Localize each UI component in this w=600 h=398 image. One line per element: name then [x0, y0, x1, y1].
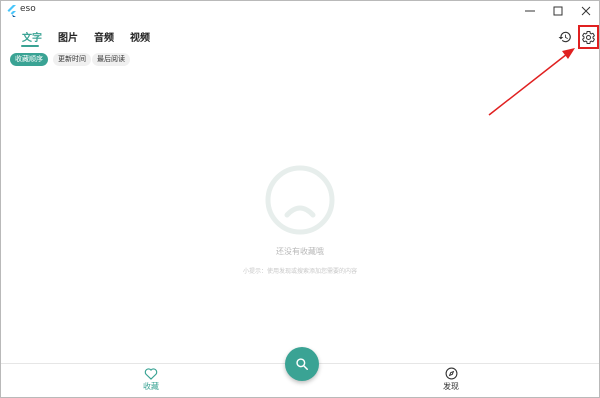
window-title: eso — [20, 4, 36, 14]
tab-text[interactable]: 文字 — [22, 29, 42, 44]
title-bar: eso — [1, 1, 599, 21]
tab-video[interactable]: 视频 — [130, 29, 150, 44]
history-button[interactable] — [556, 28, 574, 46]
search-button[interactable] — [285, 347, 319, 381]
active-tab-indicator — [21, 45, 39, 47]
maximize-button[interactable] — [544, 1, 572, 21]
empty-state-hint: 小提示：使用发现或搜索添加您需要的内容 — [242, 268, 357, 275]
tab-audio[interactable]: 音频 — [94, 29, 114, 44]
close-icon — [581, 6, 591, 16]
sad-face-icon — [265, 165, 335, 235]
sort-chip-favorite-order[interactable]: 收藏顺序 — [10, 53, 48, 66]
close-button[interactable] — [572, 1, 599, 21]
heart-icon — [144, 368, 158, 380]
search-icon — [296, 358, 308, 370]
settings-button[interactable] — [578, 25, 599, 49]
nav-discover-label: 发现 — [443, 382, 459, 391]
nav-favorites-label: 收藏 — [143, 382, 159, 391]
compass-icon — [445, 367, 457, 380]
minimize-icon — [525, 10, 535, 12]
empty-state-title: 还没有收藏哦 — [276, 247, 324, 256]
flutter-logo-icon — [7, 5, 16, 17]
maximize-icon — [553, 6, 563, 16]
app-window: eso 文字 图片 音频 视频 收藏顺序 更新时间 最后阅读 还没有收藏哦 小提… — [0, 0, 600, 398]
sort-chip-last-read[interactable]: 最后阅读 — [92, 53, 130, 66]
history-icon — [558, 31, 571, 43]
gear-icon — [582, 30, 595, 44]
tab-images[interactable]: 图片 — [58, 29, 78, 44]
nav-discover[interactable]: 发现 — [431, 367, 471, 392]
sort-chip-update-time[interactable]: 更新时间 — [53, 53, 91, 66]
minimize-button[interactable] — [516, 1, 544, 21]
nav-favorites[interactable]: 收藏 — [131, 367, 171, 392]
